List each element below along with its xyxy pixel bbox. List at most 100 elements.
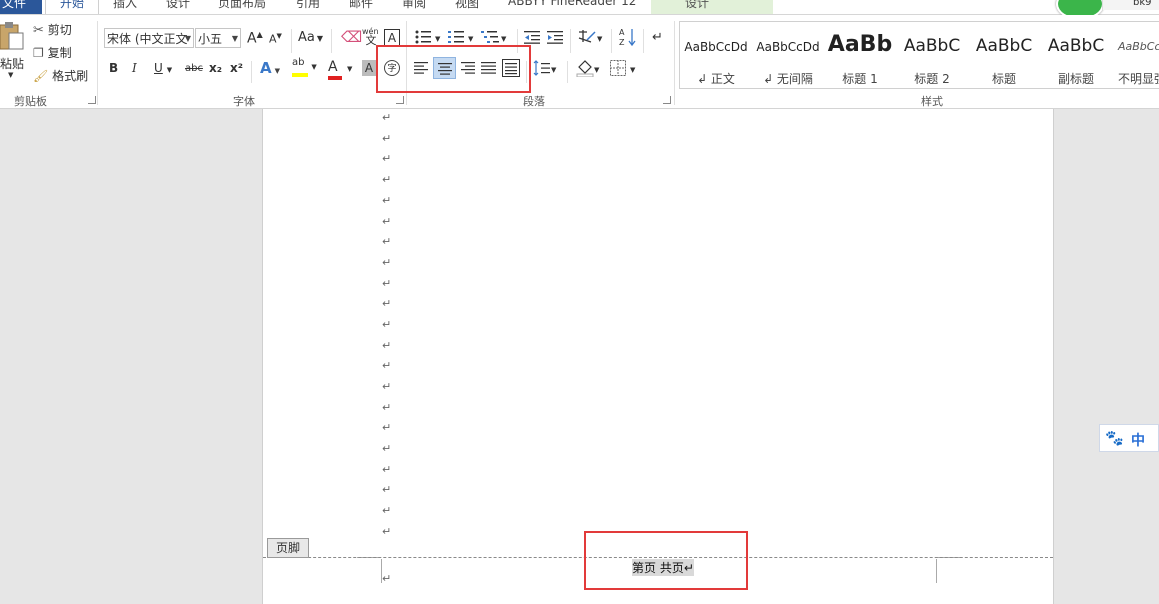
ime-mode-label[interactable]: 中 bbox=[1131, 430, 1145, 450]
line-spacing-icon bbox=[533, 60, 550, 76]
scissors-icon: ✂ bbox=[33, 23, 44, 38]
shrink-font-button[interactable]: A▼ bbox=[269, 32, 282, 46]
tab-file[interactable]: 文件 bbox=[0, 0, 42, 14]
bold-button[interactable]: B bbox=[109, 61, 118, 75]
paragraph-mark: ↵ bbox=[382, 297, 392, 310]
show-formatting-marks-button[interactable]: ↵ bbox=[652, 30, 663, 45]
paragraph-mark: ↵ bbox=[382, 442, 392, 455]
caret-down-icon: ▼ bbox=[276, 32, 282, 40]
caret-up-icon: ▲ bbox=[256, 30, 263, 39]
paw-icon: 🐾 bbox=[1105, 429, 1124, 447]
paragraph-dialog-launcher[interactable] bbox=[663, 96, 671, 104]
italic-button[interactable]: I bbox=[132, 61, 137, 75]
tab-references[interactable]: 引用 bbox=[296, 0, 320, 11]
text-effects-icon: A bbox=[260, 59, 272, 77]
chevron-down-icon: ▼ bbox=[597, 35, 603, 43]
document-page[interactable] bbox=[262, 109, 1054, 604]
ribbon-tab-bar: 文件 开始 插入 设计 页面布局 引用 邮件 审阅 视图 ABBYY FineR… bbox=[0, 0, 1159, 15]
tab-home[interactable]: 开始 bbox=[45, 0, 99, 14]
underline-button[interactable]: U ▼ bbox=[154, 61, 172, 75]
copy-icon: ❐ bbox=[33, 46, 44, 60]
phonetic-guide-button[interactable]: wén 文 bbox=[362, 27, 380, 46]
group-separator bbox=[643, 29, 644, 53]
paragraph-mark: ↵ bbox=[382, 463, 392, 476]
font-family-combo[interactable]: 宋体 (中文正文 ▼ bbox=[104, 28, 194, 48]
group-separator bbox=[570, 29, 571, 53]
style-subtle-emphasis[interactable]: AaBbCcD 不明显强 bbox=[1112, 26, 1159, 88]
chevron-down-icon: ▼ bbox=[435, 35, 441, 43]
paragraph-mark: ↵ bbox=[382, 572, 392, 585]
paragraph-mark: ↵ bbox=[382, 339, 392, 352]
subscript-button[interactable]: x₂ bbox=[209, 61, 222, 75]
paragraph-mark: ↵ bbox=[382, 525, 392, 538]
superscript-button[interactable]: x² bbox=[230, 61, 243, 75]
font-size-combo[interactable]: 小五 ▼ bbox=[195, 28, 241, 48]
group-separator bbox=[567, 61, 568, 83]
strikethrough-button[interactable]: abc bbox=[185, 63, 203, 74]
paragraph-mark: ↵ bbox=[382, 173, 392, 186]
chevron-down-icon: ▼ bbox=[347, 65, 353, 73]
svg-text:A: A bbox=[619, 28, 625, 37]
style-no-spacing[interactable]: AaBbCcDd ↲ 无间隔 bbox=[752, 26, 824, 88]
chevron-down-icon: ▼ bbox=[630, 66, 636, 74]
chevron-down-icon: ▼ bbox=[594, 66, 600, 74]
font-color-swatch bbox=[328, 76, 342, 80]
character-shading-button[interactable]: A bbox=[362, 60, 376, 76]
tab-abbyy[interactable]: ABBYY FineReader 12 bbox=[508, 0, 636, 8]
change-case-button[interactable]: Aa ▼ bbox=[298, 30, 323, 45]
multilevel-list-icon bbox=[481, 31, 499, 43]
paragraph-mark: ↵ bbox=[382, 215, 392, 228]
chinese-layout-button[interactable]: ▼ bbox=[577, 28, 602, 49]
ime-toolbar[interactable]: 🐾 中 bbox=[1099, 424, 1159, 452]
borders-button[interactable]: ▼ bbox=[610, 60, 635, 79]
font-color-button[interactable]: A ▼ bbox=[328, 59, 353, 80]
tab-layout[interactable]: 页面布局 bbox=[218, 0, 266, 11]
character-border-button[interactable]: A bbox=[384, 29, 400, 46]
paste-dropdown-arrow[interactable]: ▼ bbox=[8, 71, 13, 79]
chevron-down-icon: ▼ bbox=[316, 34, 324, 43]
tab-insert[interactable]: 插入 bbox=[113, 0, 137, 11]
clear-formatting-button[interactable]: ⌫ bbox=[341, 28, 362, 46]
style-normal[interactable]: AaBbCcDd ↲ 正文 bbox=[680, 26, 752, 88]
clipboard-dialog-launcher[interactable] bbox=[88, 96, 96, 104]
increase-indent-button[interactable] bbox=[547, 30, 565, 47]
paintbrush-icon: 🖌 bbox=[33, 69, 49, 83]
margin-corner-marker bbox=[936, 559, 938, 583]
grow-font-button[interactable]: A▲ bbox=[247, 30, 263, 47]
style-heading-1[interactable]: AaBb 标题 1 bbox=[824, 26, 896, 88]
text-effects-button[interactable]: A ▼ bbox=[260, 59, 280, 77]
paragraph-mark: ↵ bbox=[382, 132, 392, 145]
tab-header-footer-design[interactable]: 设计 bbox=[651, 0, 773, 14]
indent-icon bbox=[547, 31, 563, 44]
style-subtitle[interactable]: AaBbC 副标题 bbox=[1040, 26, 1112, 88]
styles-gallery[interactable]: AaBbCcDd ↲ 正文 AaBbCcDd ↲ 无间隔 AaBb 标题 1 A… bbox=[679, 21, 1159, 89]
svg-text:Z: Z bbox=[619, 38, 625, 47]
bullet-list-icon bbox=[415, 30, 431, 44]
annotation-box-alignment bbox=[376, 45, 531, 93]
chevron-down-icon: ▼ bbox=[501, 35, 507, 43]
format-painter-button[interactable]: 🖌 格式刷 bbox=[33, 67, 88, 84]
line-spacing-button[interactable]: ▼ bbox=[533, 60, 556, 79]
tab-view[interactable]: 视图 bbox=[455, 0, 479, 11]
style-title[interactable]: AaBbC 标题 bbox=[968, 26, 1040, 88]
shading-button[interactable]: ▼ bbox=[576, 59, 599, 80]
footer-tag: 页脚 bbox=[267, 538, 309, 558]
highlight-button[interactable]: ab ▼ bbox=[292, 57, 317, 77]
chevron-down-icon: ▼ bbox=[468, 35, 474, 43]
cut-button[interactable]: ✂ 剪切 bbox=[33, 21, 72, 38]
group-separator bbox=[331, 29, 332, 53]
sort-az-icon: AZ bbox=[619, 28, 636, 47]
chevron-down-icon: ▼ bbox=[231, 34, 238, 43]
paste-button[interactable]: 粘贴 ▼ bbox=[0, 21, 26, 79]
chevron-down-icon: ▼ bbox=[311, 63, 317, 71]
tab-mailings[interactable]: 邮件 bbox=[349, 0, 373, 11]
paragraph-mark: ↵ bbox=[382, 235, 392, 248]
tab-design[interactable]: 设计 bbox=[166, 0, 190, 11]
copy-button[interactable]: ❐ 复制 bbox=[33, 44, 72, 61]
paragraph-mark: ↵ bbox=[382, 277, 392, 290]
chevron-down-icon: ▼ bbox=[551, 66, 557, 74]
tab-review[interactable]: 审阅 bbox=[402, 0, 426, 11]
style-heading-2[interactable]: AaBbC 标题 2 bbox=[896, 26, 968, 88]
font-dialog-launcher[interactable] bbox=[396, 96, 404, 104]
sort-button[interactable]: AZ bbox=[619, 27, 637, 50]
